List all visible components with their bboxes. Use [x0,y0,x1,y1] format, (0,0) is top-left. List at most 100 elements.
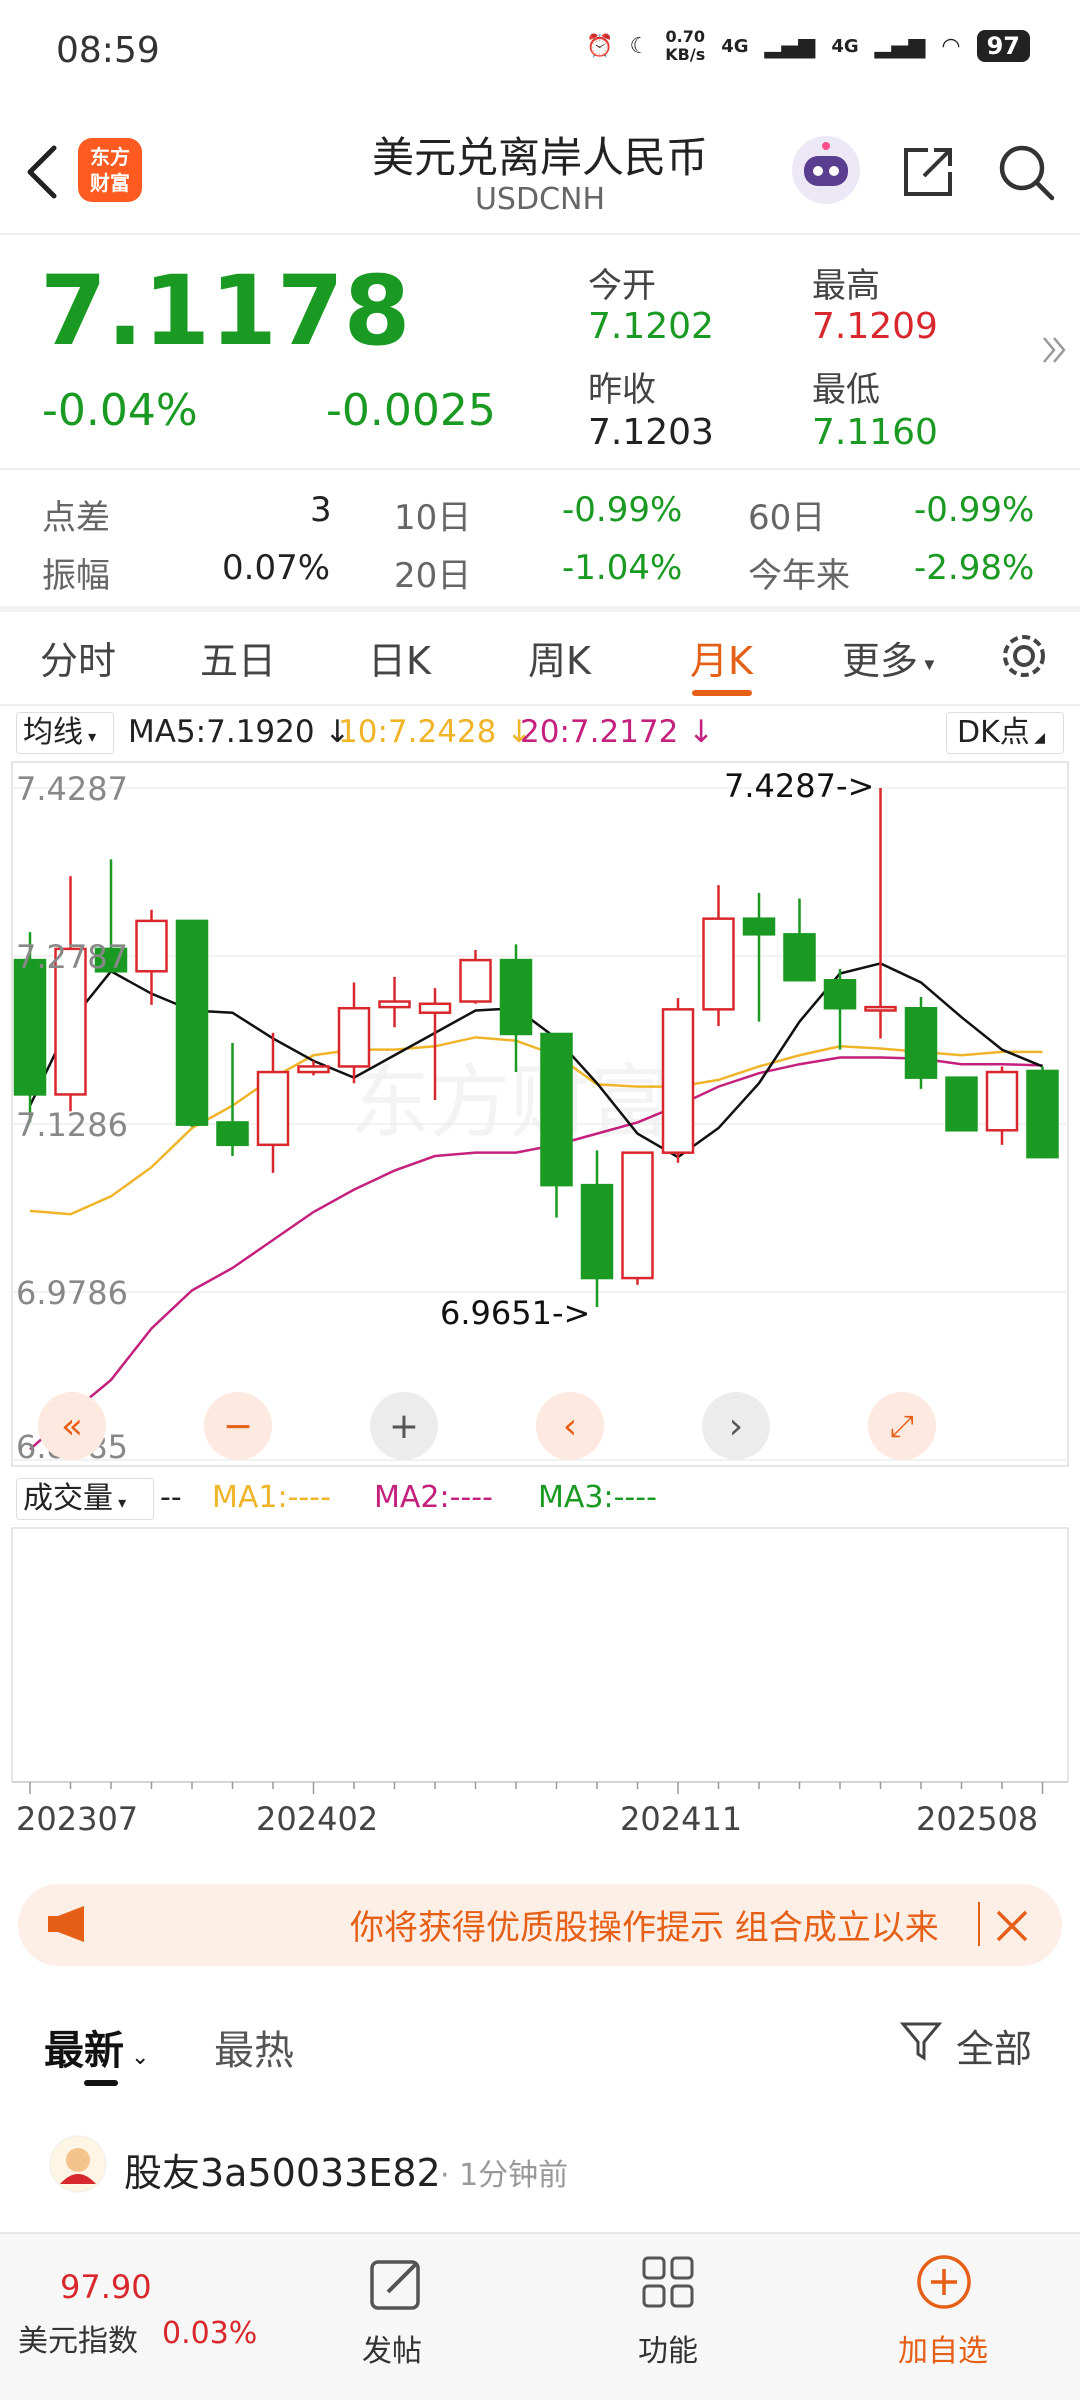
comment-username[interactable]: 股友3a50033E82 [124,2142,441,2197]
candle-body [499,958,533,1036]
tab-intraday[interactable]: 分时 [40,630,116,685]
filter-label[interactable]: 全部 [956,2018,1032,2073]
settings-gear-icon[interactable] [996,628,1052,684]
d60-label: 60日 [748,498,826,538]
candle-body [904,1006,938,1079]
function-label[interactable]: 功能 [638,2326,698,2370]
candle-body [1026,1069,1059,1159]
volume-ma3: MA3:---- [538,1480,657,1515]
high-value: 7.1209 [812,306,938,347]
x-tick-label: 202307 [16,1800,139,1838]
candle-body [985,1070,1019,1132]
dollar-index-value[interactable]: 97.90 [60,2268,152,2306]
candle-body [216,1121,249,1147]
tab-daily-k[interactable]: 日K [368,630,431,685]
d10-label: 10日 [394,498,472,538]
tab-five-day[interactable]: 五日 [200,630,276,685]
candle-body [13,958,47,1096]
d20-label: 20日 [394,556,472,596]
y-tick-label: 7.2787 [16,938,128,976]
volume-ma1: MA1:---- [212,1480,331,1515]
low-label: 最低 [812,370,880,410]
banner-separator [978,1902,980,1946]
ytd-label: 今年来 [748,556,850,596]
scroll-right-icon[interactable]: › [702,1392,770,1460]
candle-body [135,919,168,973]
share-icon[interactable] [898,142,958,202]
candle-body [418,1002,452,1014]
candle [175,919,209,1127]
candle-body [621,1151,654,1280]
expand-quote-icon[interactable] [1040,330,1070,370]
dollar-index-name[interactable]: 美元指数 [18,2316,138,2360]
user-avatar[interactable] [48,2134,108,2194]
candle-body [580,1183,614,1280]
ai-assistant-icon[interactable] [788,132,864,208]
x-tick-label: 202402 [256,1800,379,1838]
post-label[interactable]: 发帖 [362,2326,422,2370]
volume-panel-frame [11,1527,1069,1783]
comment-time: · 1分钟前 [440,2158,569,2193]
signal-4g-2: 4G [831,35,859,57]
y-tick-label: 7.1286 [16,1106,128,1144]
header: 东方 财富 美元兑离岸人民币 USDCNH [0,110,1080,230]
d10-value: -0.99% [562,490,683,530]
d60-value: -0.99% [914,490,1035,530]
min-price-annotation: 6.9651-> [440,1294,590,1332]
active-tab-underline [692,690,752,696]
megaphone-icon [48,1906,84,1942]
candle-body [337,1006,371,1068]
zoom-out-icon[interactable]: − [204,1392,272,1460]
y-tick-label: 6.9786 [16,1274,128,1312]
header-divider [0,233,1080,235]
battery-indicator: 97 [976,30,1030,62]
candle-body [459,958,492,1003]
post-edit-icon[interactable] [366,2254,426,2312]
d20-value: -1.04% [562,548,683,588]
quote-divider [0,468,1080,470]
tab-latest[interactable]: 最新 ⌄ [44,2018,149,2076]
add-watchlist-label[interactable]: 加自选 [898,2326,988,2370]
low-value: 7.1160 [812,412,938,453]
last-price: 7.1178 [40,255,411,367]
bottom-bar: 97.90 美元指数 0.03% 发帖 功能 加自选 [0,2232,1080,2400]
tab-hottest[interactable]: 最热 [214,2018,294,2076]
status-bar: 08:59 ⏰ ☾ 0.70 KB/s 4G ▂▄▆ 4G ▂▄▆ ◠ 97 [0,0,1080,100]
candle [621,1151,654,1285]
candle [661,998,695,1163]
prev-close-label: 昨收 [588,370,656,410]
net-speed: 0.70 KB/s [665,27,706,64]
status-time: 08:59 [56,30,160,71]
close-icon[interactable] [994,1908,1030,1944]
change-value: -0.0025 [326,385,496,436]
dollar-index-change[interactable]: 0.03% [162,2316,257,2351]
amplitude-value: 0.07% [222,548,331,588]
volume-selector[interactable]: 成交量 ▾ [16,1478,154,1520]
tab-weekly-k[interactable]: 周K [528,630,591,685]
search-icon[interactable] [994,140,1058,204]
signal-bars-icon: ▂▄▆ [764,33,816,59]
candle-body [661,1008,695,1154]
watermark-logo: 东方财富 [350,1056,670,1149]
candle-body [297,1065,330,1074]
tab-monthly-k[interactable]: 月K [690,630,753,685]
promo-banner[interactable]: 你将获得优质股操作提示 组合成立以来 [18,1884,1062,1966]
candle [904,997,938,1089]
zoom-in-icon[interactable]: + [370,1392,438,1460]
filter-icon[interactable] [900,2020,942,2064]
max-price-annotation: 7.4287-> [724,767,874,805]
candle-body [823,978,857,1010]
function-grid-icon[interactable] [640,2254,696,2310]
status-icons: ⏰ ☾ 0.70 KB/s 4G ▂▄▆ 4G ▂▄▆ ◠ 97 [586,28,1030,64]
fullscreen-icon[interactable]: ⤢ [868,1392,936,1460]
scroll-first-icon[interactable]: « [38,1392,106,1460]
high-label: 最高 [812,266,880,306]
scroll-left-icon[interactable]: ‹ [536,1392,604,1460]
kline-chart[interactable]: 东方财富 7.42877.27877.12866.97866.8285 7.42… [0,700,1080,1870]
candle-body [175,919,209,1126]
amplitude-label: 振幅 [42,556,110,596]
tab-more[interactable]: 更多 ▾ [842,630,934,685]
banner-text: 你将获得优质股操作提示 组合成立以来 [350,1908,939,1948]
latest-underline [84,2080,118,2086]
add-watchlist-icon[interactable] [914,2252,974,2312]
